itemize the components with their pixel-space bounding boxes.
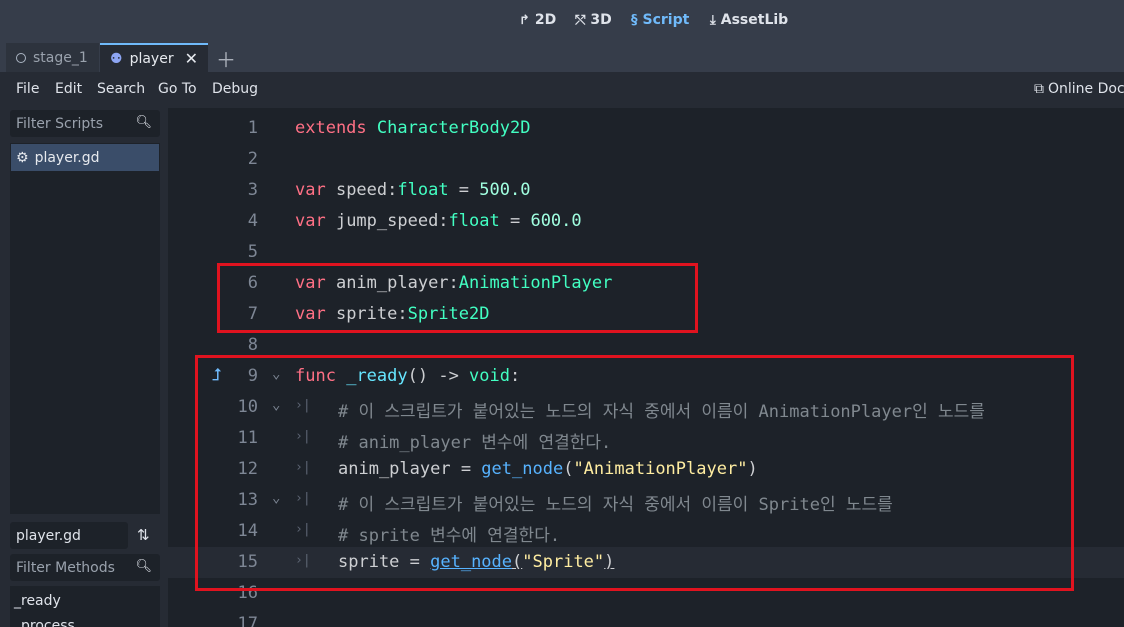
filter-scripts-input[interactable]: Filter Scripts 🔍︎	[10, 110, 160, 137]
highlight-box-variables	[217, 263, 698, 333]
script-menu-bar: File Edit Search Go To Debug ⧉ Online Do…	[0, 72, 1124, 108]
workspace-script-button[interactable]: § Script	[631, 10, 689, 30]
code-line: 4 var jump_speed:float = 600.0	[168, 206, 1124, 237]
highlight-box-ready-function	[195, 355, 1074, 591]
code-text: extends CharacterBody2D	[295, 118, 531, 138]
workspace-2d-button[interactable]: ↱ 2D	[519, 10, 556, 30]
download-icon: ⤓	[710, 12, 716, 28]
2d-icon: ↱	[519, 12, 530, 28]
method-item[interactable]: _process	[14, 618, 75, 627]
line-number: 3	[247, 180, 258, 200]
menu-debug[interactable]: Debug	[212, 81, 258, 97]
scene-icon: ⚉	[110, 50, 123, 67]
code-line: 17	[168, 609, 1124, 627]
3d-icon: ⤲	[575, 12, 586, 28]
line-number: 4	[247, 211, 258, 231]
search-icon: 🔍︎	[135, 115, 152, 130]
script-item-player-gd[interactable]: ⚙ player.gd	[11, 144, 159, 171]
external-link-icon: ⧉	[1034, 81, 1044, 97]
workspace-assetlib-button[interactable]: ⤓ AssetLib	[710, 10, 788, 30]
code-text: var speed:float = 500.0	[295, 180, 531, 200]
line-number: 17	[237, 614, 258, 627]
code-line: 2	[168, 144, 1124, 175]
filter-methods-input[interactable]: Filter Methods 🔍︎	[10, 554, 160, 581]
close-icon[interactable]: ✕	[185, 49, 198, 68]
method-list: _ready _process	[10, 586, 160, 627]
circle-icon	[16, 52, 26, 63]
current-file-field[interactable]: player.gd	[10, 522, 128, 549]
workspace-3d-button[interactable]: ⤲ 3D	[575, 10, 612, 30]
line-number: 2	[247, 149, 258, 169]
method-item[interactable]: _ready	[14, 593, 61, 609]
tab-stage-1[interactable]: stage_1	[6, 43, 99, 72]
script-icon: §	[631, 12, 638, 28]
menu-file[interactable]: File	[16, 81, 39, 97]
code-line: 1 extends CharacterBody2D	[168, 113, 1124, 144]
menu-edit[interactable]: Edit	[55, 81, 82, 97]
script-list: ⚙ player.gd	[10, 143, 160, 514]
online-docs-button[interactable]: ⧉ Online Doc	[1034, 81, 1124, 97]
line-number: 5	[247, 242, 258, 262]
menu-go-to[interactable]: Go To	[158, 81, 197, 97]
menu-search[interactable]: Search	[97, 81, 145, 97]
search-icon: 🔍︎	[135, 559, 152, 574]
sort-icon[interactable]: ⇅	[137, 526, 150, 544]
gear-icon: ⚙	[16, 149, 29, 166]
line-number: 1	[247, 118, 258, 138]
line-number: 8	[247, 335, 258, 355]
add-tab-icon[interactable]: ＋	[216, 44, 236, 73]
tab-player[interactable]: ⚉ player ✕	[100, 43, 208, 72]
scene-tab-bar: stage_1 ⚉ player ✕	[0, 40, 1124, 72]
code-text: var jump_speed:float = 600.0	[295, 211, 582, 231]
workspace-bar: ↱ 2D ⤲ 3D § Script ⤓ AssetLib	[0, 0, 1124, 40]
code-line: 3 var speed:float = 500.0	[168, 175, 1124, 206]
